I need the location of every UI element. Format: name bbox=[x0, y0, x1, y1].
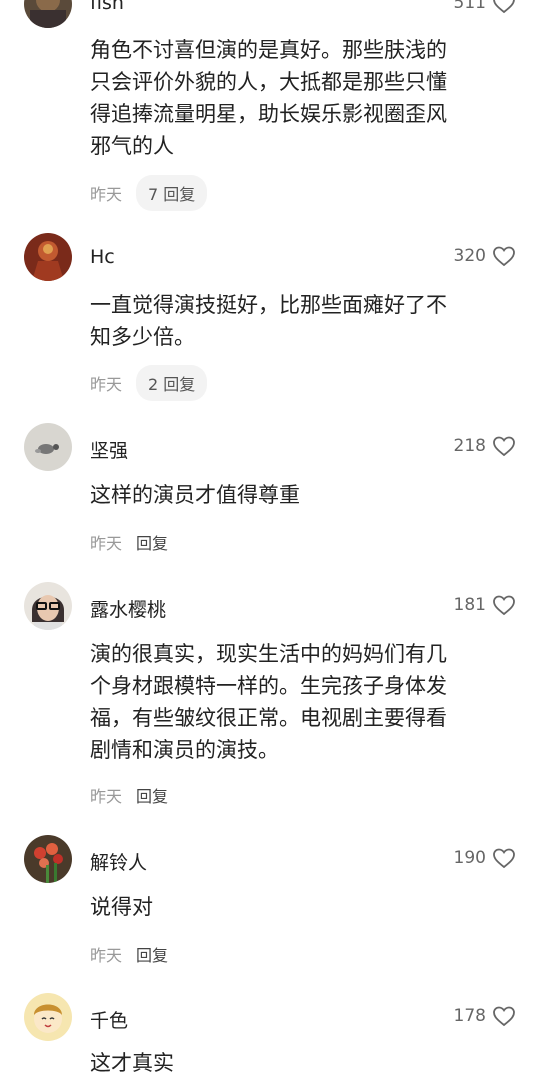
username[interactable]: fish bbox=[90, 0, 124, 14]
comment-meta: 昨天 回复 bbox=[90, 942, 168, 966]
comment-meta: 昨天 2 回复 bbox=[90, 365, 208, 401]
avatar[interactable] bbox=[24, 993, 72, 1041]
like-count: 178 bbox=[453, 1006, 486, 1026]
reply-button[interactable]: 回复 bbox=[136, 942, 168, 966]
comment-text: 说得对 bbox=[90, 895, 153, 919]
avatar[interactable] bbox=[24, 423, 72, 471]
username[interactable]: Hc bbox=[90, 246, 115, 268]
like-count: 181 bbox=[453, 595, 486, 615]
comment-text: 这才真实 bbox=[90, 1051, 174, 1075]
like-button[interactable]: 218 bbox=[454, 435, 516, 457]
reply-count-button[interactable]: 2 回复 bbox=[136, 365, 208, 401]
like-button[interactable]: 181 bbox=[454, 594, 516, 616]
timestamp: 昨天 bbox=[90, 787, 123, 806]
avatar[interactable] bbox=[24, 582, 72, 630]
comment-meta: 昨天 回复 bbox=[90, 783, 168, 807]
username[interactable]: 坚强 bbox=[90, 436, 128, 463]
like-count: 218 bbox=[453, 436, 486, 456]
avatar[interactable] bbox=[24, 233, 72, 281]
username[interactable]: 解铃人 bbox=[90, 848, 147, 875]
comment-meta: 昨天 7 回复 bbox=[90, 175, 208, 211]
reply-button[interactable]: 回复 bbox=[136, 783, 168, 807]
avatar[interactable] bbox=[24, 835, 72, 883]
heart-icon bbox=[492, 435, 516, 457]
like-count: 511 bbox=[453, 0, 486, 13]
like-count: 190 bbox=[453, 848, 486, 868]
comment-text: 这样的演员才值得尊重 bbox=[90, 483, 300, 507]
like-button[interactable]: 190 bbox=[454, 847, 516, 869]
reply-button[interactable]: 回复 bbox=[136, 530, 168, 554]
comment-text: 一直觉得演技挺好，比那些面瘫好了不 知多少倍。 bbox=[90, 293, 447, 349]
reply-count-button[interactable]: 7 回复 bbox=[136, 175, 208, 211]
heart-icon bbox=[492, 0, 516, 14]
heart-icon bbox=[492, 245, 516, 267]
timestamp: 昨天 bbox=[90, 534, 123, 553]
like-count: 320 bbox=[453, 246, 486, 266]
username[interactable]: 千色 bbox=[90, 1006, 128, 1033]
comment-text: 演的很真实，现实生活中的妈妈们有几 个身材跟模特一样的。生完孩子身体发 福，有些… bbox=[90, 642, 447, 762]
like-button[interactable]: 320 bbox=[454, 245, 516, 267]
comment-meta: 昨天 回复 bbox=[90, 530, 168, 554]
comment-text: 角色不讨喜但演的是真好。那些肤浅的 只会评价外貌的人，大抵都是那些只懂 得追捧流… bbox=[90, 38, 447, 158]
like-button[interactable]: 511 bbox=[454, 0, 516, 14]
like-button[interactable]: 178 bbox=[454, 1005, 516, 1027]
avatar[interactable] bbox=[24, 0, 72, 28]
username[interactable]: 露水樱桃 bbox=[90, 595, 166, 622]
timestamp: 昨天 bbox=[90, 185, 123, 204]
heart-icon bbox=[492, 594, 516, 616]
timestamp: 昨天 bbox=[90, 946, 123, 965]
timestamp: 昨天 bbox=[90, 375, 123, 394]
heart-icon bbox=[492, 847, 516, 869]
heart-icon bbox=[492, 1005, 516, 1027]
